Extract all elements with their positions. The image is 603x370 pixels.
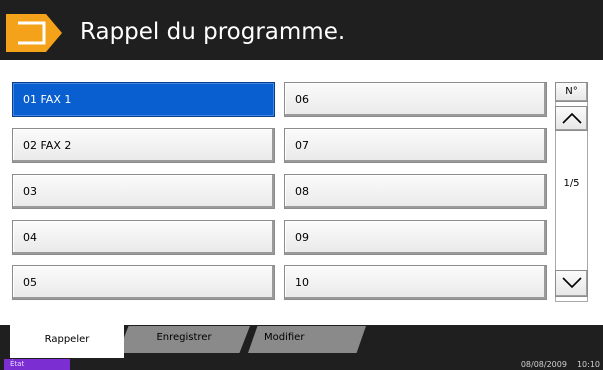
status-button[interactable]: État [4, 359, 70, 370]
program-slot-02[interactable]: 02 FAX 2 [12, 128, 275, 163]
program-slot-07[interactable]: 07 [284, 128, 547, 163]
chevron-up-icon [561, 112, 582, 124]
title-bar: Rappel du programme. [0, 0, 603, 60]
status-date: 08/08/2009 [520, 360, 567, 369]
page-title: Rappel du programme. [80, 19, 346, 45]
tab-modify[interactable]: Modifier [248, 326, 366, 353]
program-slot-05[interactable]: 05 [12, 265, 275, 300]
program-slot-08[interactable]: 08 [284, 174, 547, 209]
status-time: 10:10 [576, 360, 600, 369]
program-slot-09[interactable]: 09 [284, 220, 547, 255]
tab-modify-label: Modifier [264, 332, 305, 343]
program-arrow-icon [6, 14, 62, 52]
page-indicator: 1/5 [563, 178, 580, 189]
date-time: 08/08/2009 10:10 [521, 359, 600, 370]
program-slot-10[interactable]: 10 [284, 265, 547, 300]
number-sort-button[interactable]: N° [555, 82, 588, 102]
scroll-down-button[interactable] [555, 270, 588, 297]
program-slot-04[interactable]: 04 [12, 220, 275, 255]
scroll-up-button[interactable] [555, 106, 588, 131]
program-slot-06[interactable]: 06 [284, 82, 547, 117]
tab-register[interactable]: Enregistrer [118, 326, 250, 353]
program-slot-01[interactable]: 01 FAX 1 [12, 82, 275, 117]
status-bar [0, 358, 603, 370]
program-slot-03[interactable]: 03 [12, 174, 275, 209]
chevron-down-icon [561, 277, 582, 289]
tab-recall[interactable]: Rappeler [10, 325, 124, 358]
